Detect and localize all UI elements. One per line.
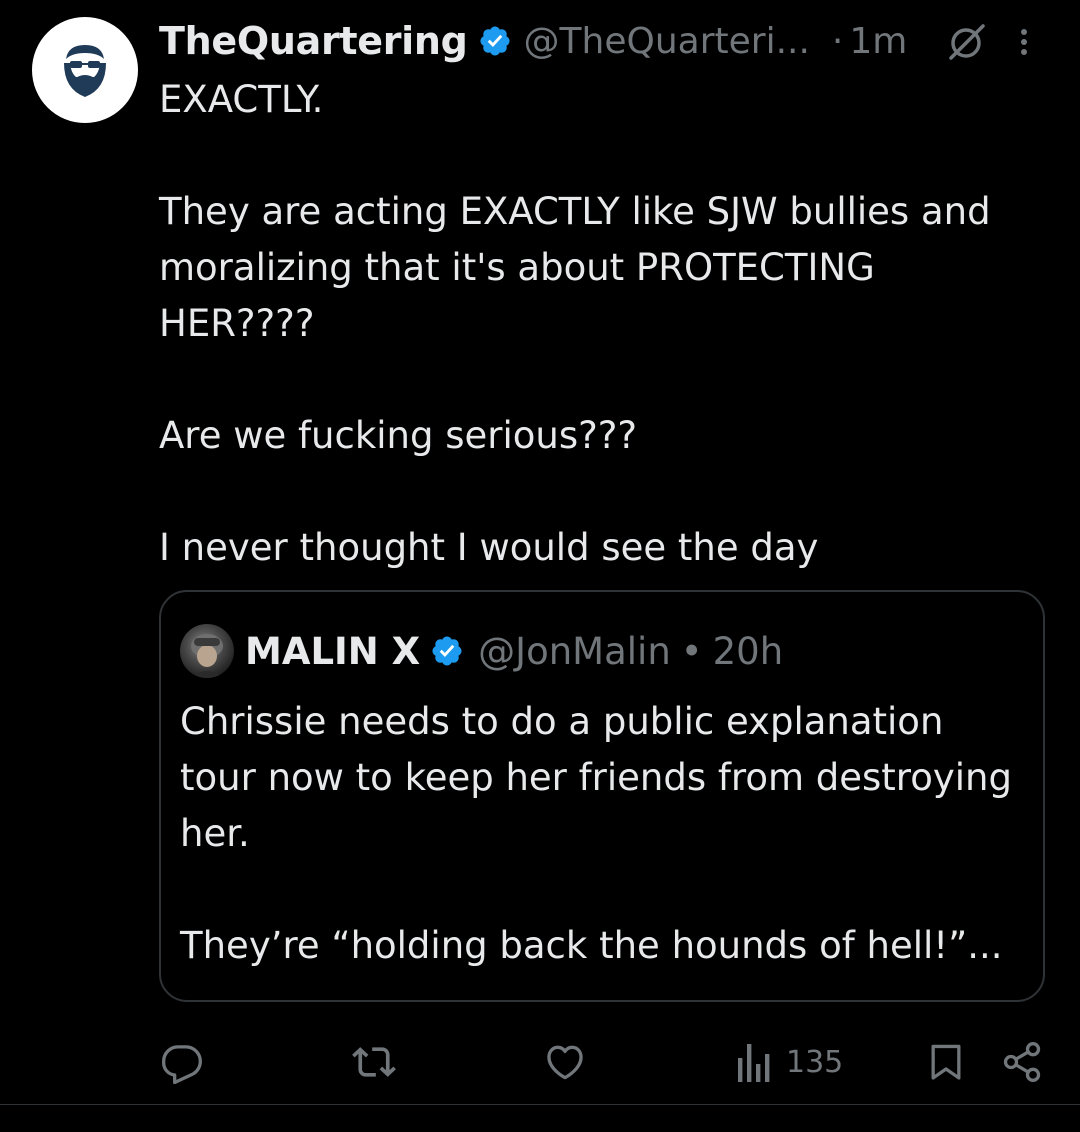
more-options-icon[interactable] [1014, 22, 1034, 62]
quoted-tweet-timestamp[interactable]: 20h [713, 630, 784, 673]
quoted-header-separator: • [680, 629, 703, 673]
share-icon [1003, 1042, 1041, 1082]
tweet-header: TheQuartering @TheQuarteri... · 1m [159, 14, 1059, 68]
author-avatar[interactable] [32, 17, 138, 123]
quoted-tweet-text: Chrissie needs to do a public explanatio… [180, 700, 1012, 967]
bearded-man-logo-icon [64, 45, 106, 97]
header-separator: · [831, 20, 844, 62]
author-display-name[interactable]: TheQuartering [159, 19, 468, 63]
author-handle[interactable]: @TheQuarteri... [524, 21, 810, 62]
views-icon [738, 1044, 770, 1082]
tweet-text: EXACTLY. They are acting EXACTLY like SJ… [159, 78, 991, 569]
grok-icon[interactable] [943, 22, 989, 62]
tweet-divider [0, 1104, 1080, 1105]
reply-icon [162, 1045, 202, 1084]
quoted-author-display-name[interactable]: MALIN X [245, 630, 420, 673]
heart-icon [547, 1045, 583, 1080]
quoted-tweet-header: MALIN X @JonMalin • 20h [245, 626, 783, 676]
quoted-tweet[interactable]: MALIN X @JonMalin • 20h Chrissie needs t… [159, 590, 1045, 1002]
reply-button[interactable] [160, 1032, 204, 1092]
share-button[interactable] [1000, 1032, 1044, 1092]
quoted-author-handle[interactable]: @JonMalin [478, 630, 671, 673]
views-count: 135 [786, 1044, 844, 1080]
repost-button[interactable] [352, 1032, 396, 1092]
bookmark-button[interactable] [924, 1032, 968, 1092]
helmet-portrait-icon [190, 634, 224, 678]
like-button[interactable] [543, 1032, 587, 1092]
repost-icon [352, 1047, 396, 1077]
views-button[interactable]: 135 [736, 1032, 843, 1092]
tweet-timestamp[interactable]: 1m [849, 21, 907, 62]
quoted-author-avatar[interactable] [180, 624, 234, 678]
tweet[interactable]: TheQuartering @TheQuarteri... · 1m EXACT… [0, 0, 1080, 1104]
quoted-verified-badge-icon [430, 634, 464, 668]
verified-badge-icon [478, 24, 512, 58]
action-bar: 135 [0, 1032, 1080, 1092]
bookmark-icon [931, 1044, 961, 1080]
